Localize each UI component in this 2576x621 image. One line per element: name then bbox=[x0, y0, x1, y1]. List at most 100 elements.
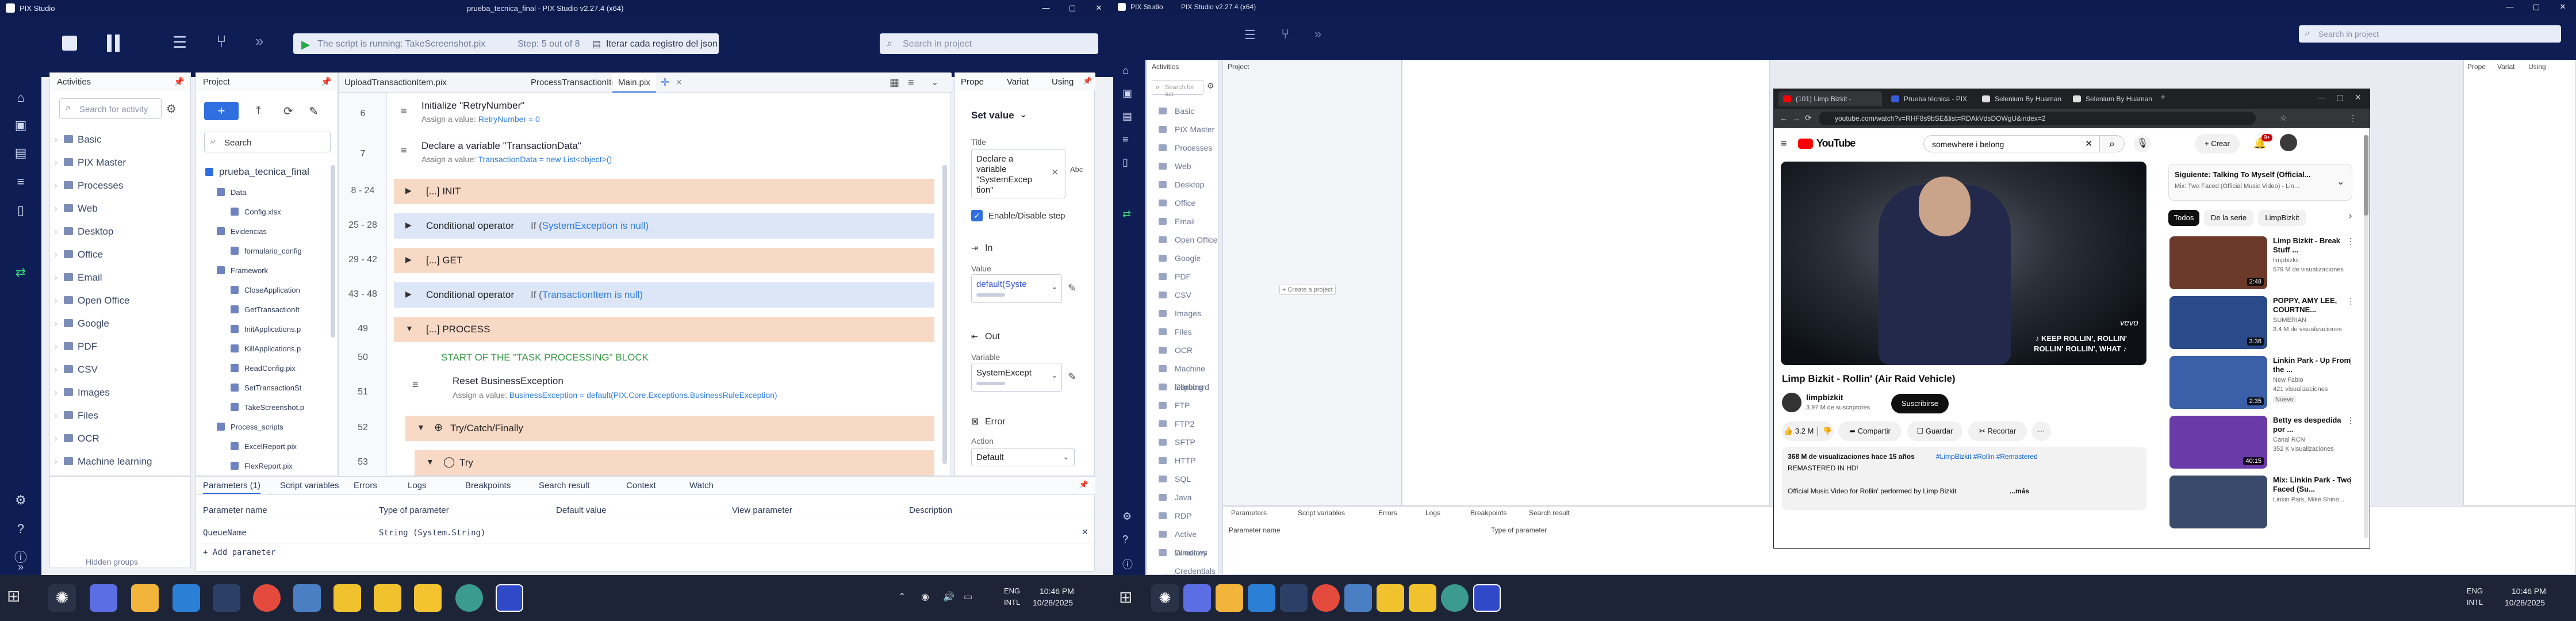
chip-limpbizkit[interactable]: LimpBizkit bbox=[2258, 210, 2306, 226]
windows-icon[interactable]: ⊞ bbox=[7, 586, 20, 605]
suggested-video[interactable]: 2:48 Limp Bizkit - Break Stuff ... limpbiz… bbox=[2169, 236, 2355, 289]
step-list-icon[interactable]: ☰ bbox=[172, 34, 187, 51]
help-icon[interactable]: ? bbox=[1122, 534, 1128, 546]
bottom-tab[interactable]: Breakpoints bbox=[1470, 509, 1506, 517]
up-next-playlist[interactable]: Siguiente: Talking To Myself (Official..… bbox=[2168, 164, 2352, 201]
inbox-icon[interactable]: ▤ bbox=[1122, 110, 1132, 122]
upload-icon[interactable]: ⤒ bbox=[256, 104, 261, 117]
battery-icon[interactable]: ▭ bbox=[964, 591, 972, 603]
minimize-icon[interactable]: — bbox=[2318, 93, 2326, 102]
settings-icon[interactable]: ⚙ bbox=[12, 491, 30, 509]
project-root[interactable]: prueba_tecnica_final bbox=[205, 166, 309, 178]
browser-tab-pix[interactable]: Prueba técnica - PIX bbox=[1887, 91, 1973, 106]
briefcase-icon[interactable]: ▣ bbox=[12, 116, 30, 135]
try-catch-block[interactable]: ▼ ⊕ Try/Catch/Finally bbox=[405, 416, 934, 441]
microphone-icon[interactable]: 🎙 bbox=[2134, 135, 2151, 152]
more-vert-icon[interactable]: ⋮ bbox=[2347, 296, 2355, 306]
close-tab-icon[interactable]: ✕ bbox=[676, 78, 683, 87]
more-options-button[interactable]: ⋯ bbox=[2031, 421, 2051, 441]
debug-icon[interactable]: ⑂ bbox=[216, 33, 227, 51]
notes-icon[interactable] bbox=[1377, 584, 1404, 612]
activity-group[interactable]: SFTP bbox=[1147, 433, 1195, 451]
clock-time[interactable]: 10:46 PM bbox=[2512, 586, 2546, 596]
group-init[interactable]: ▶ [...] INIT bbox=[394, 179, 934, 204]
tree-node[interactable]: TakeScreenshot.p bbox=[231, 403, 304, 412]
close-icon[interactable]: ✕ bbox=[2355, 93, 2362, 102]
edge-icon[interactable] bbox=[455, 584, 483, 612]
clip-button[interactable]: ✂ Recortar bbox=[1968, 421, 2027, 441]
steam-icon[interactable] bbox=[213, 584, 240, 612]
pin-icon[interactable]: 📌 bbox=[1083, 76, 1092, 86]
youtube-search-input[interactable]: somewhere i belong ✕ bbox=[1923, 135, 2099, 152]
activity-group[interactable]: CSV bbox=[1147, 286, 1191, 304]
activity-search-input[interactable]: ⌕ Search for act bbox=[1152, 80, 1203, 98]
variable-input[interactable]: SystemExcept ⌄ bbox=[971, 363, 1062, 392]
video-player[interactable]: ♪ KEEP ROLLIN', ROLLIN' ROLLIN' ROLLIN',… bbox=[1781, 162, 2146, 365]
info-icon[interactable]: ⓘ bbox=[1122, 557, 1133, 572]
tree-node[interactable]: KillApplications.p bbox=[231, 344, 301, 353]
channel-name[interactable]: limpbizkit bbox=[1806, 393, 1843, 402]
photos-icon[interactable] bbox=[293, 584, 321, 612]
maximize-button[interactable]: ▢ bbox=[2523, 0, 2550, 14]
activity-group[interactable]: › OCR bbox=[50, 427, 99, 450]
more-vert-icon[interactable]: ⋮ bbox=[2347, 356, 2355, 366]
pin-icon[interactable]: 📌 bbox=[321, 76, 332, 87]
activity-group[interactable]: Office bbox=[1147, 194, 1195, 212]
tree-node[interactable]: Process_scripts bbox=[217, 423, 283, 431]
grid-view-icon[interactable]: ▦ bbox=[890, 76, 899, 89]
file-explorer-icon[interactable] bbox=[131, 584, 159, 612]
wifi-icon[interactable]: ◉ bbox=[921, 591, 929, 603]
title-input[interactable]: Declare a variable "SystemException" ✕ bbox=[971, 149, 1065, 198]
activity-group[interactable]: › PIX Master bbox=[50, 151, 126, 174]
youtube-logo-icon[interactable] bbox=[1798, 139, 1813, 149]
step-title[interactable]: Reset BusinessException bbox=[453, 375, 564, 387]
activity-group[interactable]: PIX Master bbox=[1147, 120, 1214, 139]
bottom-tab[interactable]: Parameters bbox=[1231, 509, 1267, 517]
tab-properties[interactable]: Prope bbox=[961, 77, 984, 87]
more-icon[interactable]: » bbox=[1314, 26, 1321, 41]
tree-node[interactable]: InitApplications.p bbox=[231, 325, 301, 334]
activity-group[interactable]: › Email bbox=[50, 266, 102, 289]
value-input[interactable]: default(Syste ⌄ bbox=[971, 274, 1062, 303]
activity-group[interactable]: Web bbox=[1147, 157, 1191, 175]
share-button[interactable]: ➦ Compartir bbox=[1838, 421, 1902, 441]
tree-node[interactable]: Config.xlsx bbox=[231, 208, 281, 216]
inbox-icon[interactable]: ▤ bbox=[12, 144, 30, 162]
enable-checkbox[interactable]: ✓ bbox=[971, 210, 983, 221]
pix-app-icon[interactable] bbox=[1473, 584, 1501, 612]
chevron-right-icon[interactable]: › bbox=[2349, 211, 2352, 221]
edge-icon[interactable] bbox=[1441, 584, 1469, 612]
activity-group[interactable]: › Files bbox=[50, 404, 98, 427]
tree-node[interactable]: FlexReport.pix bbox=[231, 462, 293, 470]
browser-tab-youtube[interactable]: (101) Limp Bizkit - bbox=[1778, 91, 1882, 106]
project-search-input[interactable]: ⌕ Search bbox=[204, 132, 331, 152]
suggested-video[interactable]: 3:36 POPPY, AMY LEE, COURTNE... SUMERIAN 3.… bbox=[2169, 296, 2355, 349]
hamburger-icon[interactable]: ≡ bbox=[1781, 137, 1787, 150]
activity-group[interactable]: SQL bbox=[1147, 470, 1191, 488]
tree-node[interactable]: Evidencias bbox=[217, 227, 267, 236]
create-button[interactable]: + Crear bbox=[2195, 134, 2240, 154]
project-search[interactable]: ⌕ Search in project bbox=[880, 33, 1098, 54]
suggested-video[interactable]: 2:35 Linkin Park - Up From the ... New Fab… bbox=[2169, 356, 2355, 409]
list-view-icon[interactable]: ≡ bbox=[908, 76, 914, 89]
group-get[interactable]: ▶ [...] GET bbox=[394, 248, 934, 273]
bottom-tab[interactable]: Parameters (1) bbox=[203, 481, 261, 494]
expression-icon[interactable]: Abc bbox=[1070, 165, 1083, 174]
activity-group[interactable]: Images bbox=[1147, 304, 1201, 323]
add-tab-icon[interactable]: ✛ bbox=[661, 76, 669, 89]
activity-group[interactable]: Basic bbox=[1147, 102, 1194, 120]
conditional-1[interactable]: ▶ Conditional operator If (SystemExcepti… bbox=[394, 213, 934, 239]
activity-group[interactable]: › Web bbox=[50, 197, 98, 220]
video-description[interactable]: 368 M de visualizaciones hace 15 años #L… bbox=[1782, 447, 2146, 510]
language-indicator[interactable]: ENG bbox=[2467, 586, 2483, 595]
activity-group[interactable]: Active Directory bbox=[1147, 525, 1218, 557]
edit-icon[interactable]: ✎ bbox=[1068, 282, 1076, 294]
activity-group[interactable]: FTP2 bbox=[1147, 415, 1194, 433]
activity-group[interactable]: Google bbox=[1147, 249, 1201, 267]
more-vert-icon[interactable]: ⋮ bbox=[2347, 236, 2355, 246]
activity-group[interactable]: › PDF bbox=[50, 335, 97, 358]
file-explorer-icon[interactable] bbox=[1216, 584, 1243, 612]
chrome-icon[interactable] bbox=[253, 584, 281, 612]
tab-main[interactable]: Main.pix bbox=[612, 73, 656, 93]
pix-studio-icon[interactable] bbox=[90, 584, 117, 612]
